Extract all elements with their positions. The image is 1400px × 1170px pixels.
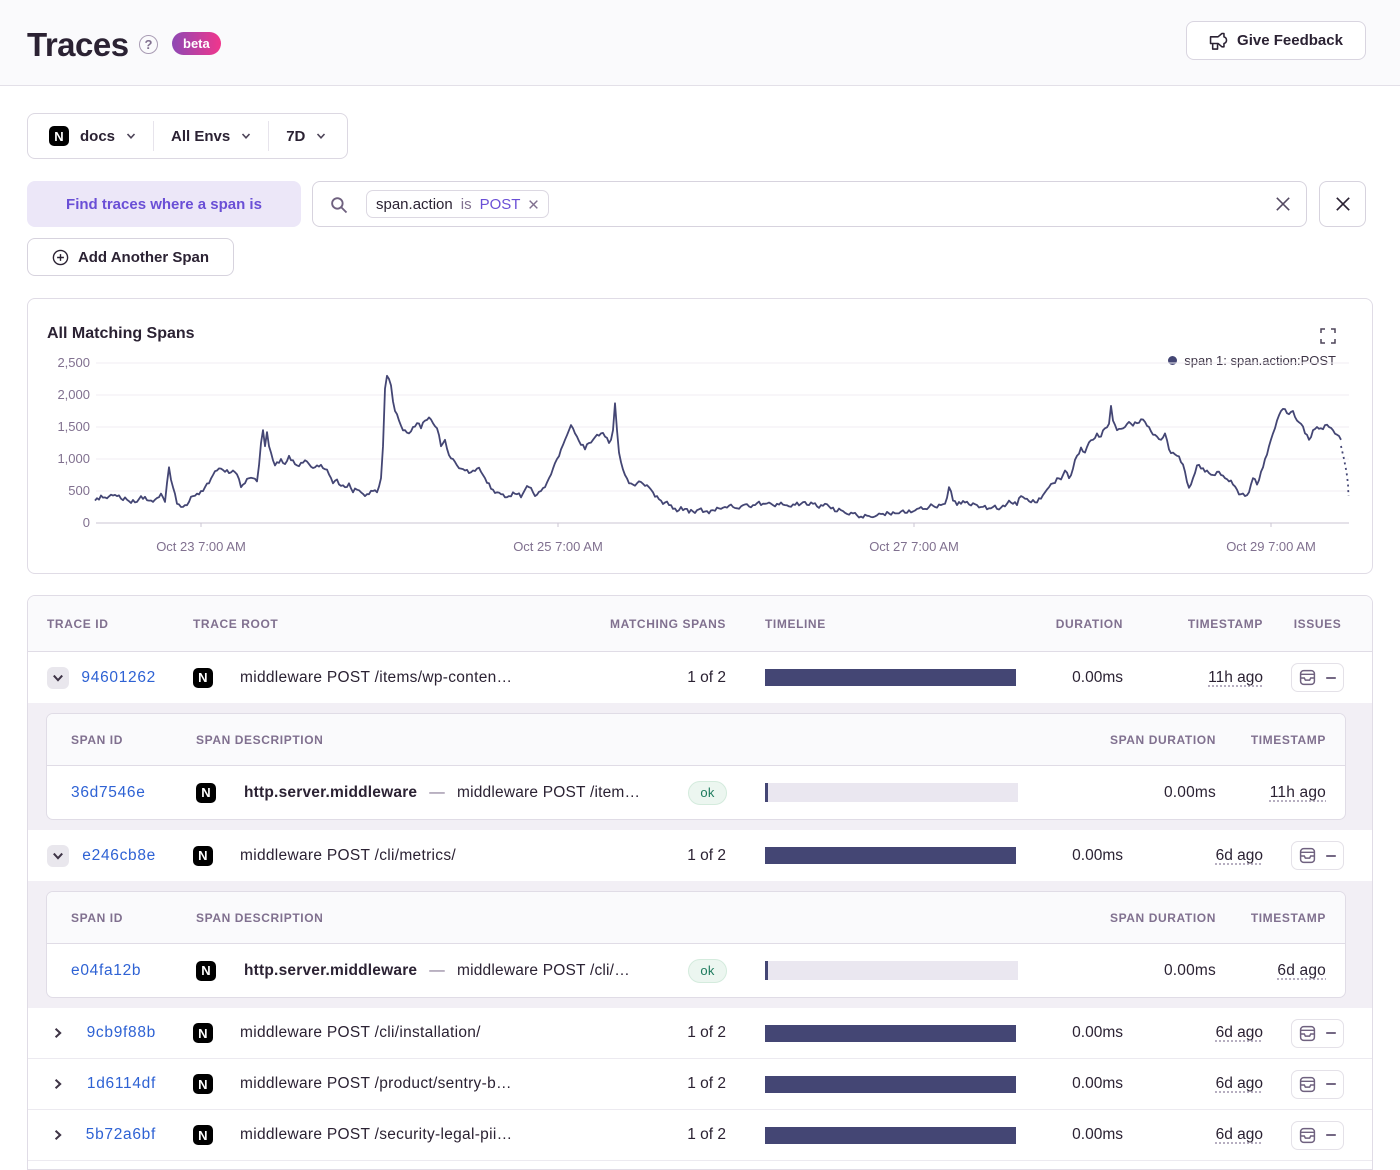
svg-text:2,000: 2,000 xyxy=(57,387,90,402)
svg-text:500: 500 xyxy=(68,483,90,498)
svg-text:Oct 27 7:00 AM: Oct 27 7:00 AM xyxy=(869,539,959,554)
svg-text:0: 0 xyxy=(83,515,90,530)
svg-text:2,500: 2,500 xyxy=(57,355,90,370)
svg-text:1,000: 1,000 xyxy=(57,451,90,466)
svg-text:Oct 25 7:00 AM: Oct 25 7:00 AM xyxy=(513,539,603,554)
svg-text:1,500: 1,500 xyxy=(57,419,90,434)
svg-text:Oct 23 7:00 AM: Oct 23 7:00 AM xyxy=(156,539,246,554)
svg-text:Oct 29 7:00 AM: Oct 29 7:00 AM xyxy=(1226,539,1316,554)
